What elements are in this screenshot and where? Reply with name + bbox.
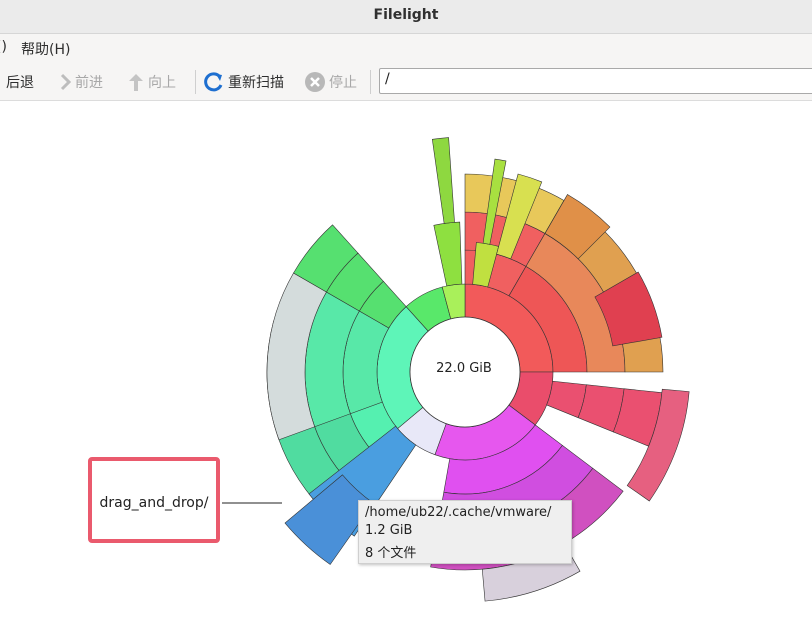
rescan-button[interactable]: 重新扫描	[203, 71, 284, 93]
back-button[interactable]: 后退	[6, 71, 34, 93]
title-bar: Filelight	[0, 0, 812, 34]
radial-segment[interactable]	[433, 221, 463, 287]
window-title: Filelight	[373, 7, 439, 23]
toolbar-separator	[195, 70, 196, 94]
stop-label: 停止	[329, 75, 357, 91]
location-bar[interactable]	[379, 68, 812, 94]
forward-button[interactable]: 前进	[58, 71, 103, 93]
menu-item-partial[interactable]: ()	[0, 39, 7, 55]
toolbar: 后退 前进 向上 重新扫描 停止	[0, 62, 812, 101]
drag-and-drop-callout: drag_and_drop/	[88, 457, 220, 543]
stop-icon	[305, 72, 325, 92]
up-arrow-icon	[129, 74, 143, 91]
forward-label: 前进	[75, 75, 103, 91]
location-input[interactable]	[380, 69, 810, 89]
refresh-icon	[204, 72, 223, 92]
up-button[interactable]: 向上	[127, 71, 176, 93]
segment-tooltip: /home/ub22/.cache/vmware/ 1.2 GiB 8 个文件	[358, 500, 572, 564]
tooltip-size: 1.2 GiB	[365, 523, 413, 538]
radial-segment[interactable]	[431, 137, 455, 224]
total-size-label: 22.0 GiB	[436, 361, 492, 376]
toolbar-separator	[370, 70, 371, 94]
back-label: 后退	[6, 75, 34, 91]
forward-icon	[60, 73, 72, 91]
tooltip-files: 8 个文件	[365, 546, 417, 561]
menu-item-help[interactable]: 帮助(H)	[21, 39, 70, 59]
callout-label: drag_and_drop/	[99, 495, 209, 511]
rescan-label: 重新扫描	[228, 75, 284, 91]
stop-button[interactable]: 停止	[304, 71, 357, 93]
up-label: 向上	[148, 75, 176, 91]
tooltip-path: /home/ub22/.cache/vmware/	[365, 505, 552, 520]
menu-bar: () 帮助(H)	[0, 34, 812, 62]
